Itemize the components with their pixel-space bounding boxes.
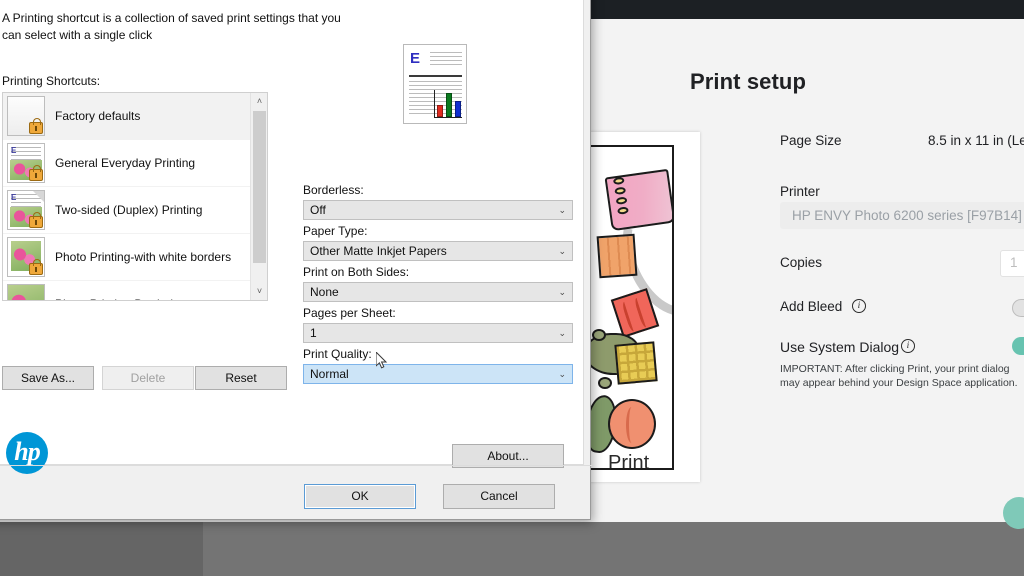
list-item[interactable]: Photo Printing-with white borders: [3, 234, 267, 281]
print-quality-label: Print Quality:: [303, 347, 372, 361]
list-item-label: Photo Printing-Borderless: [55, 297, 192, 300]
paper-type-select[interactable]: Other Matte Inkjet Papers ⌄: [303, 241, 573, 261]
lock-icon: [29, 165, 43, 181]
printer-label: Printer: [780, 184, 820, 199]
footer-divider: [0, 465, 592, 466]
add-bleed-label: Add Bleed: [780, 299, 843, 314]
pages-per-sheet-value: 1: [310, 326, 317, 340]
document-preview-thumbnail: E: [403, 44, 467, 124]
preview-letter: E: [410, 50, 421, 67]
hp-printing-preferences-dialog: A Printing shortcut is a collection of s…: [0, 0, 592, 520]
printer-value: HP ENVY Photo 6200 series [F97B14]: [792, 208, 1022, 223]
chevron-down-icon[interactable]: ⌄: [558, 365, 566, 383]
list-item[interactable]: Photo Printing-Borderless: [3, 281, 267, 300]
page-size-value: 8.5 in x 11 in (Le: [928, 133, 1024, 148]
chevron-down-icon[interactable]: ⌄: [558, 242, 566, 260]
artwork-text: Print: [608, 452, 650, 470]
chevron-down-icon[interactable]: ⌄: [558, 324, 566, 342]
pages-per-sheet-label: Pages per Sheet:: [303, 306, 396, 320]
borderless-value: Off: [310, 203, 326, 217]
print-quality-value: Normal: [310, 367, 349, 381]
print-preview-frame: Print: [588, 145, 674, 470]
paper-type-value: Other Matte Inkjet Papers: [310, 244, 447, 258]
list-item[interactable]: E Two-sided (Duplex) Printing: [3, 187, 267, 234]
clipart-peach: [608, 399, 656, 449]
list-scrollbar[interactable]: ˄ ˅: [250, 93, 267, 300]
list-item[interactable]: Factory defaults: [3, 93, 267, 140]
desktop-background-right: [203, 519, 1024, 576]
scrollbar-thumb[interactable]: [253, 111, 266, 263]
shortcut-thumbnail: [7, 237, 45, 277]
use-system-dialog-label: Use System Dialog: [780, 339, 900, 355]
preview-lines-top: [430, 52, 462, 67]
page-title: Print setup: [690, 69, 806, 94]
list-item-label: Two-sided (Duplex) Printing: [55, 203, 203, 217]
shortcut-thumbnail: E: [7, 190, 45, 230]
clipart-planks: [596, 233, 638, 279]
add-bleed-info-icon[interactable]: i: [852, 299, 866, 313]
copies-value: 1: [1010, 255, 1018, 270]
scroll-down-icon[interactable]: ˅: [251, 283, 267, 300]
hp-logo: hp: [6, 432, 48, 474]
mouse-cursor: [376, 352, 388, 369]
cancel-button[interactable]: Cancel: [443, 484, 555, 509]
print-quality-select[interactable]: Normal ⌄: [303, 364, 573, 384]
clipart-knob-top: [592, 329, 606, 341]
list-item-label: Factory defaults: [55, 109, 141, 123]
clipart-knob-bottom: [598, 377, 612, 389]
ok-button[interactable]: OK: [304, 484, 416, 509]
use-system-dialog-info-icon[interactable]: i: [901, 339, 915, 353]
paper-type-label: Paper Type:: [303, 224, 368, 238]
borderless-select[interactable]: Off ⌄: [303, 200, 573, 220]
list-item-label: Photo Printing-with white borders: [55, 250, 232, 264]
pages-per-sheet-select[interactable]: 1 ⌄: [303, 323, 573, 343]
clipart-waffle: [614, 341, 658, 385]
print-both-sides-label: Print on Both Sides:: [303, 265, 410, 279]
delete-button: Delete: [102, 366, 194, 390]
shortcut-thumbnail: [7, 284, 45, 300]
copies-label: Copies: [780, 255, 823, 270]
print-preview-card: Print: [580, 132, 700, 482]
page-size-label: Page Size: [780, 133, 842, 148]
scroll-up-icon[interactable]: ˄: [251, 93, 267, 110]
lock-icon: [29, 118, 43, 134]
printing-shortcuts-list[interactable]: Factory defaults E General Everyday Prin…: [2, 92, 268, 301]
preview-bar: [446, 93, 452, 117]
chevron-down-icon[interactable]: ⌄: [558, 283, 566, 301]
preview-bar-chart: [434, 90, 462, 118]
shortcut-description: A Printing shortcut is a collection of s…: [2, 11, 341, 42]
add-bleed-toggle[interactable]: [1012, 299, 1024, 317]
desktop-background-left: [0, 519, 203, 576]
reset-button[interactable]: Reset: [195, 366, 287, 390]
lock-icon: [29, 212, 43, 228]
preview-bar: [437, 105, 443, 117]
print-both-sides-value: None: [310, 285, 339, 299]
print-both-sides-select[interactable]: None ⌄: [303, 282, 573, 302]
shortcut-thumbnail: [7, 96, 45, 136]
screen: Untitled Print setup: [0, 0, 1024, 576]
hp-dialog-panel: A Printing shortcut is a collection of s…: [0, 0, 584, 474]
list-item[interactable]: E General Everyday Printing: [3, 140, 267, 187]
borderless-label: Borderless:: [303, 183, 364, 197]
system-dialog-note: IMPORTANT: After clicking Print, your pr…: [780, 363, 1018, 389]
chevron-down-icon[interactable]: ⌄: [558, 201, 566, 219]
lock-icon: [29, 259, 43, 275]
printing-shortcuts-label: Printing Shortcuts:: [2, 74, 101, 88]
preview-bar: [455, 101, 461, 117]
preview-rule: [409, 75, 462, 77]
save-as-button[interactable]: Save As...: [2, 366, 94, 390]
use-system-dialog-toggle[interactable]: [1012, 337, 1024, 355]
list-item-label: General Everyday Printing: [55, 156, 196, 170]
shortcut-thumbnail: E: [7, 143, 45, 183]
